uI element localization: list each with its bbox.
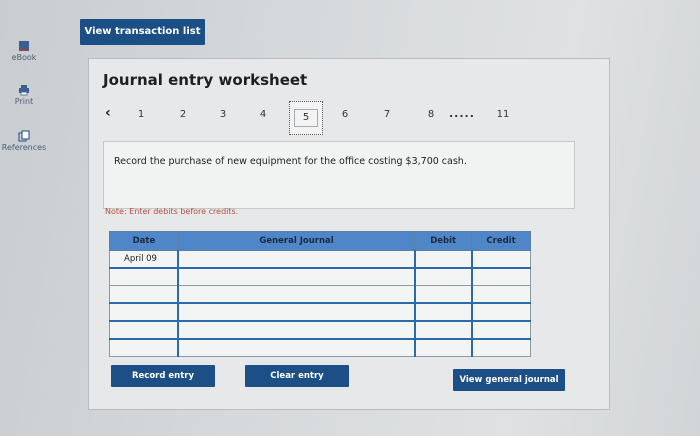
date-cell[interactable]: [109, 285, 179, 304]
table-row: [109, 267, 531, 286]
page-4-button[interactable]: 4: [253, 109, 273, 120]
page-8-button[interactable]: 8: [421, 109, 441, 120]
table-row: April 09: [109, 250, 531, 269]
page-11-button[interactable]: 11: [493, 109, 513, 120]
clear-entry-button[interactable]: Clear entry: [245, 365, 349, 387]
sidebar-item-label: eBook: [11, 53, 37, 62]
account-cell[interactable]: [177, 267, 416, 286]
credit-cell[interactable]: [470, 267, 531, 286]
date-column-header: Date: [109, 231, 179, 251]
page-2-button[interactable]: 2: [173, 109, 193, 120]
date-cell[interactable]: [109, 338, 179, 357]
debit-column-header: Debit: [414, 231, 473, 251]
sidebar-item-print[interactable]: Print: [0, 84, 48, 106]
pager: ‹ 1 2 3 4 5 6 7 8 ..... 11: [103, 99, 603, 135]
credit-cell[interactable]: [470, 285, 531, 304]
debit-cell[interactable]: [413, 338, 473, 357]
active-page-label: 5: [294, 109, 318, 127]
debit-cell[interactable]: [413, 285, 473, 304]
view-transaction-list-button[interactable]: View transaction list: [80, 19, 205, 45]
journal-worksheet-panel: Journal entry worksheet ‹ 1 2 3 4 5 6 7 …: [88, 58, 610, 410]
account-cell[interactable]: [177, 285, 416, 304]
table-row: [109, 338, 531, 357]
date-cell[interactable]: [109, 267, 179, 286]
account-cell[interactable]: [177, 250, 416, 269]
page-7-button[interactable]: 7: [377, 109, 397, 120]
chevron-left-icon[interactable]: ‹: [105, 105, 111, 121]
instruction-box: Record the purchase of new equipment for…: [103, 141, 575, 209]
journal-table: Date General Journal Debit Credit April …: [109, 231, 531, 357]
page-5-button-active[interactable]: 5: [289, 101, 323, 135]
page-1-button[interactable]: 1: [131, 109, 151, 120]
page-3-button[interactable]: 3: [213, 109, 233, 120]
table-row: [109, 320, 531, 340]
credit-cell[interactable]: [470, 320, 531, 340]
debit-cell[interactable]: [413, 302, 473, 322]
worksheet-title: Journal entry worksheet: [103, 71, 308, 89]
credit-cell[interactable]: [470, 338, 531, 357]
references-icon: [18, 130, 30, 142]
instruction-text: Record the purchase of new equipment for…: [114, 156, 467, 167]
sidebar-item-label: Print: [14, 97, 34, 106]
screen: eBook Print References View transaction …: [0, 0, 700, 436]
credit-cell[interactable]: [470, 302, 531, 322]
sidebar: eBook Print References: [0, 0, 56, 436]
sidebar-item-ebook[interactable]: eBook: [0, 40, 48, 62]
view-general-journal-button[interactable]: View general journal: [453, 369, 565, 391]
credit-cell[interactable]: [470, 250, 531, 269]
date-cell[interactable]: [109, 320, 179, 340]
sidebar-item-references[interactable]: References: [0, 130, 48, 152]
date-cell[interactable]: April 09: [109, 250, 179, 269]
debit-cell[interactable]: [413, 267, 473, 286]
record-entry-button[interactable]: Record entry: [111, 365, 215, 387]
general-journal-column-header: General Journal: [177, 231, 416, 251]
book-icon: [19, 41, 29, 51]
credit-column-header: Credit: [471, 231, 531, 251]
debit-cell[interactable]: [413, 320, 473, 340]
table-row: [109, 302, 531, 322]
debit-cell[interactable]: [413, 250, 473, 269]
page-6-button[interactable]: 6: [335, 109, 355, 120]
account-cell[interactable]: [177, 302, 416, 322]
printer-icon: [19, 85, 29, 96]
table-row: [109, 285, 531, 304]
account-cell[interactable]: [177, 338, 416, 357]
pager-ellipsis: .....: [449, 107, 475, 120]
account-cell[interactable]: [177, 320, 416, 340]
date-cell[interactable]: [109, 302, 179, 322]
note-text: Note: Enter debits before credits.: [105, 207, 239, 216]
sidebar-item-label: References: [1, 143, 47, 152]
